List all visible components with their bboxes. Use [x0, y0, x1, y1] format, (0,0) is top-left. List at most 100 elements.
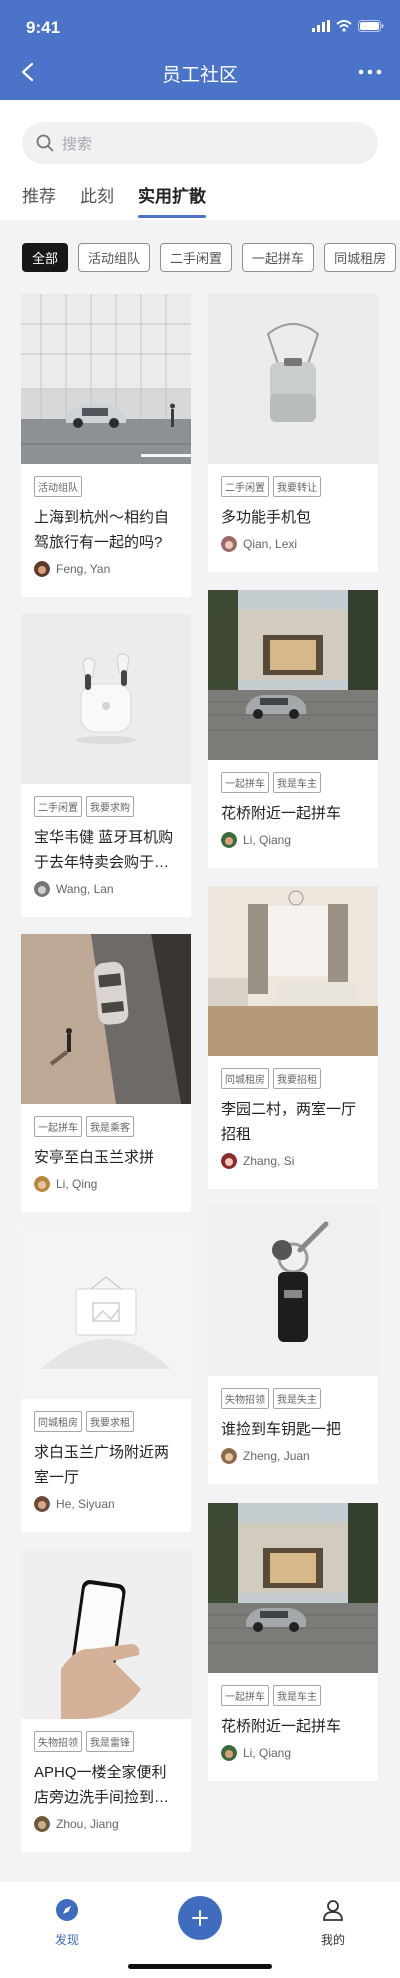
post-title: 安亭至白玉兰求拼	[34, 1149, 155, 1166]
post-image-living-room	[208, 886, 378, 1056]
more-button[interactable]	[354, 56, 386, 88]
post-title: APHQ一楼全家便利店旁边洗手间捡到…	[34, 1764, 170, 1806]
post-tag: 活动组队	[34, 476, 82, 497]
post-tag: 同城租房	[34, 1411, 82, 1432]
post-title: 多功能手机包	[221, 509, 312, 526]
nav-mine[interactable]: 我的	[316, 1898, 350, 1948]
author-name: Feng, Yan	[56, 562, 111, 576]
post-tag: 我要转让	[273, 476, 321, 497]
post-card[interactable]: 活动组队 上海到杭州～相约自驾旅行有一起的吗? Feng, Yan	[21, 294, 191, 597]
post-title: 谁捡到车钥匙一把	[221, 1421, 342, 1438]
search-input[interactable]: 搜索	[22, 122, 378, 164]
post-author: Li, Qing	[34, 1176, 191, 1192]
nav-discover[interactable]: 发现	[52, 1898, 82, 1948]
post-author: Feng, Yan	[34, 561, 191, 577]
avatar	[34, 1816, 50, 1832]
nav-mine-label: 我的	[320, 1933, 345, 1947]
signal-icon	[312, 20, 330, 32]
post-title: 上海到杭州～相约自驾旅行有一起的吗?	[34, 509, 170, 551]
post-tags: 同城租房 我要求租	[34, 1411, 191, 1432]
post-tag: 失物招领	[34, 1731, 82, 1752]
post-card[interactable]: 失物招领 我是失主 谁捡到车钥匙一把 Zheng, Juan	[208, 1206, 378, 1484]
nav-bar: 员工社区	[0, 50, 400, 94]
post-tag: 我是车主	[273, 772, 321, 793]
user-icon	[323, 1900, 343, 1921]
post-tag: 一起拼车	[221, 772, 269, 793]
add-post-button[interactable]	[178, 1896, 222, 1940]
post-image-earbuds	[21, 614, 191, 784]
post-tags: 失物招领 我是雷锋	[34, 1731, 191, 1752]
app-header: 9:41 员工社区	[0, 0, 400, 100]
post-author: Li, Qiang	[221, 832, 378, 848]
wifi-icon	[336, 20, 352, 32]
post-image-car-key	[208, 1206, 378, 1376]
post-image-building-car	[208, 1503, 378, 1673]
chip-secondhand[interactable]: 二手闲置	[160, 243, 233, 272]
author-name: Wang, Lan	[56, 882, 114, 896]
nav-discover-label: 发现	[54, 1933, 79, 1947]
post-card[interactable]: 一起拼车 我是乘客 安亭至白玉兰求拼 Li, Qing	[21, 934, 191, 1212]
post-tags: 二手闲置 我要求购	[34, 796, 191, 817]
tab-practical[interactable]: 实用扩散	[138, 182, 206, 218]
post-tag: 我要求租	[86, 1411, 134, 1432]
status-icons	[312, 20, 384, 32]
avatar	[221, 1745, 237, 1761]
post-tag: 一起拼车	[34, 1116, 82, 1137]
avatar	[34, 881, 50, 897]
home-indicator	[128, 1964, 272, 1969]
chip-rental[interactable]: 同城租房	[324, 243, 397, 272]
search-icon	[36, 134, 54, 152]
avatar	[221, 536, 237, 552]
post-image-car-road	[21, 934, 191, 1104]
avatar	[34, 1176, 50, 1192]
post-card[interactable]: 一起拼车 我是车主 花桥附近一起拼车 Li, Qiang	[208, 1503, 378, 1781]
tab-recommend[interactable]: 推荐	[22, 182, 56, 218]
post-tags: 一起拼车 我是乘客	[34, 1116, 191, 1137]
post-author: Li, Qiang	[221, 1745, 378, 1761]
post-tag: 一起拼车	[221, 1685, 269, 1706]
post-author: Zhang, Si	[221, 1153, 378, 1169]
battery-icon	[358, 20, 384, 32]
post-image-car-building	[21, 294, 191, 464]
post-author: Qian, Lexi	[221, 536, 378, 552]
post-tag: 我是雷锋	[86, 1731, 134, 1752]
post-image-placeholder	[21, 1229, 191, 1399]
post-tag: 失物招领	[221, 1388, 269, 1409]
category-chips: 全部 活动组队 二手闲置 一起拼车 同城租房	[22, 243, 397, 272]
post-tag: 我要招租	[273, 1068, 321, 1089]
avatar	[34, 561, 50, 577]
chip-activity[interactable]: 活动组队	[78, 243, 151, 272]
post-card[interactable]: 二手闲置 我要转让 多功能手机包 Qian, Lexi	[208, 294, 378, 572]
status-bar: 9:41	[0, 0, 400, 44]
post-title: 求白玉兰广场附近两室一厅	[34, 1444, 170, 1486]
post-tags: 活动组队	[34, 476, 191, 497]
author-name: Li, Qing	[56, 1177, 98, 1191]
chip-all[interactable]: 全部	[22, 243, 69, 272]
post-author: Zheng, Juan	[221, 1448, 378, 1464]
post-card[interactable]: 一起拼车 我是车主 花桥附近一起拼车 Li, Qiang	[208, 590, 378, 868]
author-name: Zhou, Jiang	[56, 1817, 119, 1831]
post-card[interactable]: 同城租房 我要招租 李园二村，两室一厅招租 Zhang, Si	[208, 886, 378, 1189]
tab-bar: 推荐 此刻 实用扩散	[22, 182, 206, 222]
post-author: Zhou, Jiang	[34, 1816, 191, 1832]
post-tag: 我要求购	[86, 796, 134, 817]
post-tag: 我是失主	[273, 1388, 321, 1409]
author-name: Li, Qiang	[243, 833, 292, 847]
tab-moment[interactable]: 此刻	[80, 182, 114, 218]
post-card[interactable]: 二手闲置 我要求购 宝华韦健 蓝牙耳机购于去年特卖会购于… Wang, Lan	[21, 614, 191, 917]
post-image-phone-bag	[208, 294, 378, 464]
post-image-phone	[21, 1549, 191, 1719]
author-name: Li, Qiang	[243, 1746, 292, 1760]
post-card[interactable]: 同城租房 我要求租 求白玉兰广场附近两室一厅 He, Siyuan	[21, 1229, 191, 1532]
author-name: Zhang, Si	[243, 1154, 295, 1168]
plus-icon	[192, 1910, 208, 1926]
chip-carpool[interactable]: 一起拼车	[242, 243, 315, 272]
avatar	[221, 1153, 237, 1169]
post-title: 花桥附近一起拼车	[221, 805, 342, 822]
post-tag: 二手闲置	[221, 476, 269, 497]
post-card[interactable]: 失物招领 我是雷锋 APHQ一楼全家便利店旁边洗手间捡到… Zhou, Jian…	[21, 1549, 191, 1852]
post-author: He, Siyuan	[34, 1496, 191, 1512]
post-tag: 我是车主	[273, 1685, 321, 1706]
more-dots-icon	[358, 69, 382, 75]
post-tag: 同城租房	[221, 1068, 269, 1089]
